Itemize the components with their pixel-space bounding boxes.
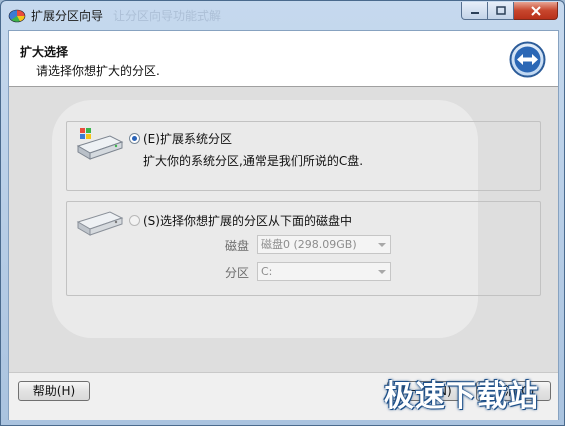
page-subtitle: 请选择你想扩大的分区. bbox=[36, 64, 160, 78]
option-group-system: (E)扩展系统分区 扩大你的系统分区,通常是我们所说的C盘. bbox=[66, 121, 541, 191]
partition-combobox-value: C: bbox=[261, 265, 273, 278]
option-group-select: (S)选择你想扩展的分区从下面的磁盘中 磁盘 磁盘0 (298.09GB) 分区… bbox=[66, 201, 541, 296]
minimize-button[interactable] bbox=[461, 2, 488, 20]
partition-wizard-icon bbox=[8, 9, 26, 23]
partition-combobox[interactable]: C: bbox=[257, 262, 391, 281]
window-title: 扩展分区向导 bbox=[31, 9, 104, 23]
select-partition-label[interactable]: (S)选择你想扩展的分区从下面的磁盘中 bbox=[143, 212, 352, 229]
title-bar[interactable]: 扩展分区向导 让分区向导功能式解 bbox=[1, 1, 564, 29]
maximize-button[interactable] bbox=[488, 2, 514, 20]
wizard-client-area: 扩大选择 请选择你想扩大的分区. (E)扩展系统分区 扩大你的系统分区,通常是我… bbox=[8, 30, 559, 420]
minimize-icon bbox=[470, 11, 479, 14]
system-partition-label[interactable]: (E)扩展系统分区 bbox=[143, 130, 232, 147]
page-title: 扩大选择 bbox=[20, 45, 69, 59]
expand-arrows-icon bbox=[509, 41, 546, 78]
caption-buttons bbox=[461, 2, 558, 21]
chevron-down-icon bbox=[378, 243, 386, 247]
close-button[interactable] bbox=[514, 2, 558, 20]
windows-drive-icon bbox=[76, 128, 124, 160]
chevron-down-icon bbox=[378, 270, 386, 274]
system-partition-description: 扩大你的系统分区,通常是我们所说的C盘. bbox=[143, 154, 364, 168]
wizard-window: 扩展分区向导 让分区向导功能式解 扩大选择 请选择你想扩大的分区. (E)扩展系… bbox=[0, 0, 565, 426]
select-partition-radio[interactable] bbox=[129, 215, 140, 226]
window-title-ghost: 让分区向导功能式解 bbox=[113, 9, 222, 23]
hard-drive-icon bbox=[76, 211, 124, 236]
maximize-icon bbox=[495, 6, 506, 15]
wizard-body: (E)扩展系统分区 扩大你的系统分区,通常是我们所说的C盘. (S)选择你想扩展… bbox=[9, 87, 558, 372]
wizard-header: 扩大选择 请选择你想扩大的分区. bbox=[9, 31, 558, 87]
site-watermark: 极速下载站 bbox=[384, 379, 539, 414]
help-button[interactable]: 帮助(H) bbox=[18, 381, 90, 401]
close-icon bbox=[530, 5, 541, 16]
disk-combobox-value: 磁盘0 (298.09GB) bbox=[261, 238, 357, 251]
disk-label: 磁盘 bbox=[225, 239, 250, 253]
system-partition-radio[interactable] bbox=[129, 133, 140, 144]
partition-label: 分区 bbox=[225, 266, 250, 280]
disk-combobox[interactable]: 磁盘0 (298.09GB) bbox=[257, 235, 391, 254]
